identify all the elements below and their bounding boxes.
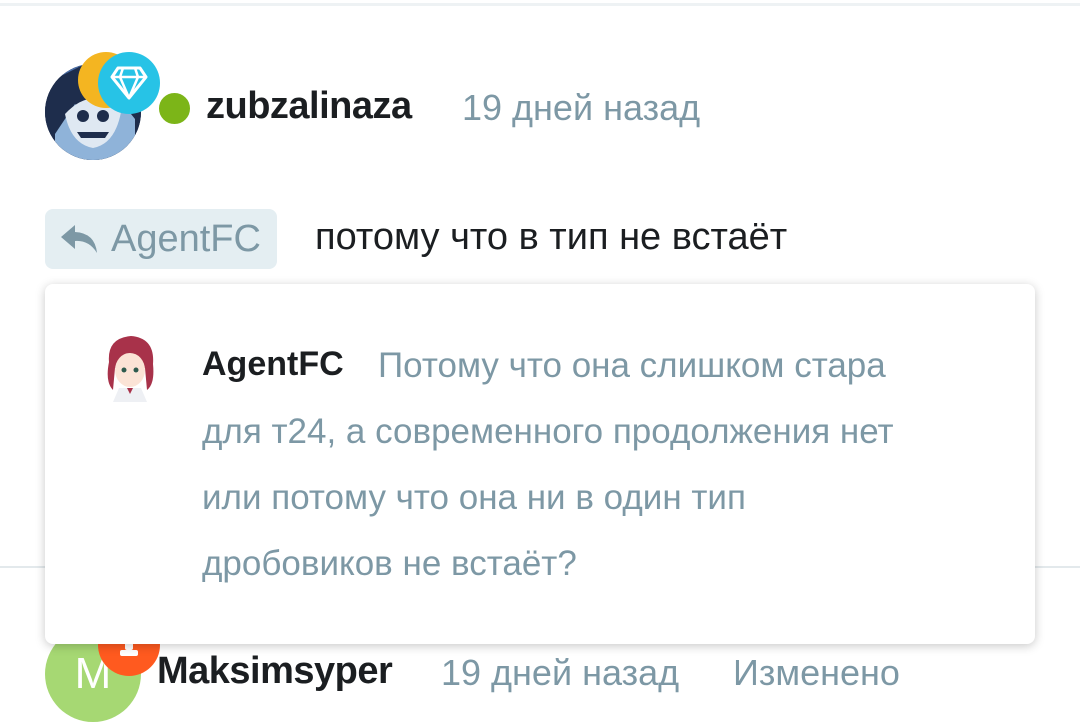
quote-text-line: дробовиков не встаёт? <box>202 544 577 583</box>
reply-arrow-icon <box>61 225 97 253</box>
quote-text-line: или потому что она ни в один тип <box>202 478 746 517</box>
top-divider <box>0 3 1080 6</box>
comment-timestamp[interactable]: 19 дней назад <box>462 87 700 129</box>
quote-text-line: Потому что она слишком стара <box>378 346 886 385</box>
comment-username[interactable]: zubzalinaza <box>206 85 412 128</box>
reply-to-username: AgentFC <box>111 217 261 260</box>
edited-label: Изменено <box>733 652 900 693</box>
comment-text: потому что в тип не встаёт <box>315 216 788 258</box>
quote-text: Потому что она слишком стара для т24, а … <box>202 333 1002 597</box>
reply-to-chip[interactable]: AgentFC <box>45 209 277 269</box>
comment-timestamp[interactable]: 19 дней назад <box>441 652 679 694</box>
quoted-comment-popup[interactable]: AgentFC Потому что она слишком стара для… <box>45 284 1035 644</box>
diamond-badge-icon <box>98 52 160 114</box>
online-status-icon <box>156 90 193 127</box>
quote-author-avatar[interactable] <box>101 332 159 402</box>
comment-username[interactable]: Maksimsyper <box>157 650 393 693</box>
quote-text-line: для т24, а современного продолжения нет <box>202 412 894 451</box>
